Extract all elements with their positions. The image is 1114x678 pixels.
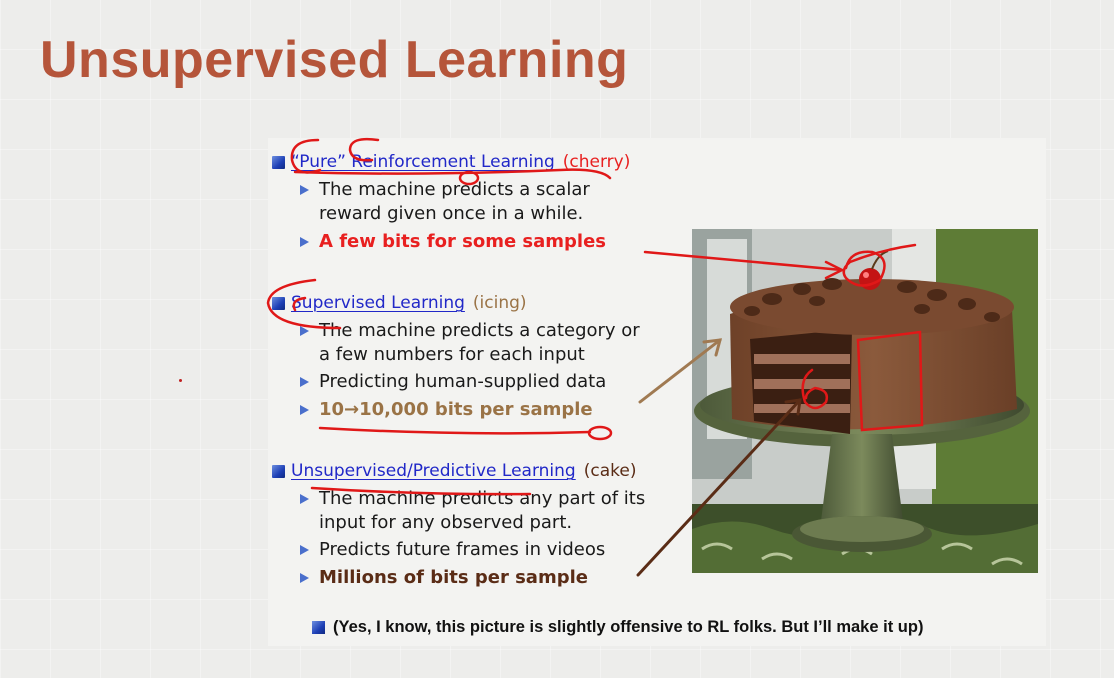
bullet-item: A few bits for some samples xyxy=(300,230,659,254)
stray-dot xyxy=(179,379,182,382)
bullet-text: The machine predicts any part of its inp… xyxy=(319,488,646,533)
bullet-item: Predicting human-supplied data xyxy=(300,370,659,394)
bullet-text: Predicts future frames in videos xyxy=(319,539,606,560)
bullet-text: 10→10,000 bits per sample xyxy=(319,399,593,420)
section-unsupervised: Unsupervised/Predictive Learning (cake) … xyxy=(272,459,659,590)
heading-paren: (cake) xyxy=(583,461,637,481)
bullet-text: The machine predicts a category or a few… xyxy=(319,320,640,365)
heading-link[interactable]: “Pure” Reinforcement Learning xyxy=(291,152,555,172)
bullet-text: Predicting human-supplied data xyxy=(319,371,607,392)
triangle-bullet-icon xyxy=(300,494,309,504)
triangle-bullet-icon xyxy=(300,405,309,415)
bullet-square-icon xyxy=(312,621,325,634)
heading-paren: (icing) xyxy=(472,293,527,313)
section-heading: Supervised Learning (icing) xyxy=(272,291,659,315)
section-supervised: Supervised Learning (icing) The machine … xyxy=(272,291,659,422)
triangle-bullet-icon xyxy=(300,326,309,336)
bullet-text: Millions of bits per sample xyxy=(319,567,588,588)
bullet-item: The machine predicts any part of its inp… xyxy=(300,487,659,535)
footer-text: (Yes, I know, this picture is slightly o… xyxy=(333,618,924,636)
triangle-bullet-icon xyxy=(300,573,309,583)
bullet-text: The machine predicts a scalar reward giv… xyxy=(319,179,590,224)
heading-paren: (cherry) xyxy=(562,152,631,172)
bullet-square-icon xyxy=(272,464,285,478)
bullet-item: The machine predicts a scalar reward giv… xyxy=(300,178,659,226)
bullet-item: Predicts future frames in videos xyxy=(300,538,659,562)
bullet-square-icon xyxy=(272,296,285,310)
bullet-item: The machine predicts a category or a few… xyxy=(300,319,659,367)
bullet-square-icon xyxy=(272,155,285,169)
section-heading: Unsupervised/Predictive Learning (cake) xyxy=(272,459,659,483)
bullet-item: Millions of bits per sample xyxy=(300,566,659,590)
cake-image xyxy=(692,229,1038,573)
footer-note: (Yes, I know, this picture is slightly o… xyxy=(312,618,923,637)
triangle-bullet-icon xyxy=(300,185,309,195)
triangle-bullet-icon xyxy=(300,377,309,387)
triangle-bullet-icon xyxy=(300,237,309,247)
heading-link[interactable]: Unsupervised/Predictive Learning xyxy=(291,461,576,481)
cake-illustration xyxy=(692,229,1038,573)
section-heading: “Pure” Reinforcement Learning (cherry) xyxy=(272,150,659,174)
slide-title: Unsupervised Learning xyxy=(40,31,629,89)
heading-link[interactable]: Supervised Learning xyxy=(291,293,465,313)
triangle-bullet-icon xyxy=(300,545,309,555)
section-reinforcement: “Pure” Reinforcement Learning (cherry) T… xyxy=(272,150,659,254)
bullet-item: 10→10,000 bits per sample xyxy=(300,398,659,422)
bullet-text: A few bits for some samples xyxy=(319,231,607,252)
